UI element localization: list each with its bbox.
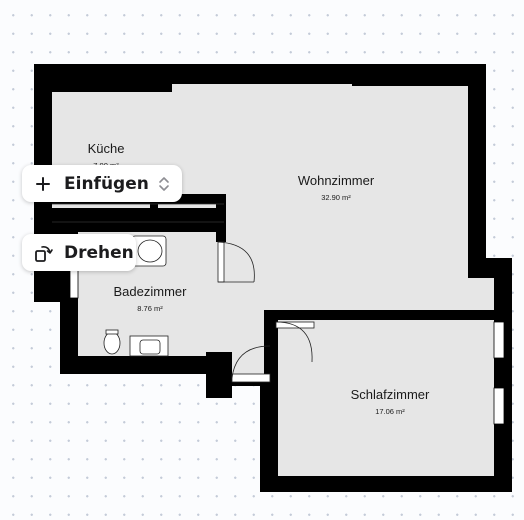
room-name-kitchen: Küche [88,141,125,156]
toilet [103,331,121,355]
room-name-bedroom: Schlafzimmer [351,387,430,402]
rotate-icon [34,243,54,263]
insert-label: Einfügen [64,173,149,194]
chevron-up-down-icon[interactable] [156,174,172,194]
rotate-label: Drehen [64,242,134,263]
room-area-bathroom: 8.76 m² [137,304,163,313]
insert-button[interactable]: Einfügen [22,165,182,202]
room-area-living: 32.90 m² [321,193,351,202]
plus-icon [34,175,52,193]
room-area-bedroom: 17.06 m² [375,407,405,416]
window-bedroom-1 [493,321,505,359]
room-name-bathroom: Badezimmer [114,284,188,299]
room-name-living: Wohnzimmer [298,173,375,188]
window-bedroom-2 [493,387,505,425]
rotate-button[interactable]: Drehen [22,234,136,271]
